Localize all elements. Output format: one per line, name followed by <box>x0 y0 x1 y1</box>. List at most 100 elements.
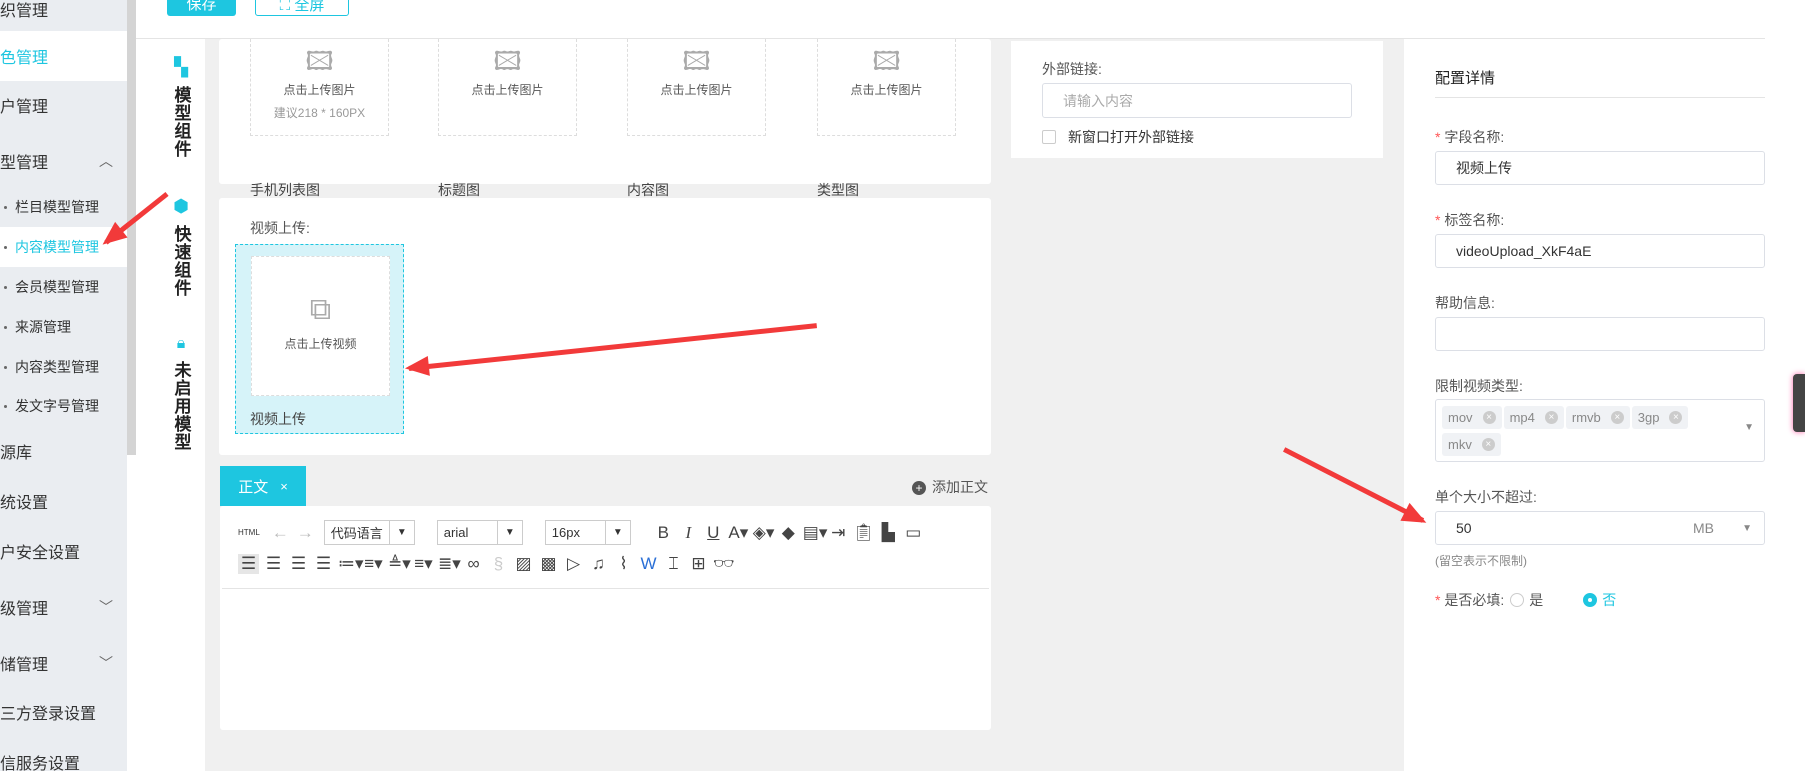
sidebar-item[interactable]: 三方登录设置 <box>0 697 127 727</box>
type-tag: 3gp × <box>1631 406 1689 429</box>
remove-tag-icon[interactable]: × <box>1481 438 1495 451</box>
indent-icon[interactable]: ⇥ <box>828 523 849 543</box>
paragraph-spacing-icon[interactable]: ≜▾ <box>388 554 411 574</box>
upload-text: 点击上传图片 <box>471 83 544 97</box>
font-family-select[interactable]: arial ▼ <box>436 520 523 545</box>
redo-icon[interactable]: → <box>295 523 316 543</box>
help-input[interactable] <box>1435 317 1765 351</box>
remove-tag-icon[interactable]: × <box>1669 411 1683 424</box>
remove-tag-icon[interactable]: × <box>1482 411 1496 424</box>
align-right-icon[interactable]: ☰ <box>263 554 284 574</box>
undo-icon[interactable]: ← <box>270 523 291 543</box>
fullscreen-icon: ⛶ <box>279 0 295 14</box>
plus-circle-icon: + <box>912 481 926 495</box>
add-body-button[interactable]: + 添加正文 <box>912 477 988 497</box>
save-button[interactable]: 保存 <box>167 0 236 16</box>
table-icon[interactable]: ⊞ <box>688 554 709 574</box>
upload-text: 点击上传图片 <box>850 83 923 97</box>
music-icon[interactable]: ♫ <box>588 554 609 574</box>
sidebar-item[interactable]: 户管理 <box>0 90 127 120</box>
image-upload-box[interactable]: 🖾 点击上传图片 <box>438 39 577 136</box>
video-component-selected[interactable]: ⧉ 点击上传视频 视频上传 <box>235 244 404 434</box>
remove-tag-icon[interactable]: × <box>1610 411 1624 424</box>
floating-widget-handle[interactable] <box>1793 374 1805 432</box>
font-color-icon[interactable]: A▾ <box>728 523 749 543</box>
video-types-multiselect[interactable]: mov × mp4 × rmvb × 3gp × mkv × ▼ <box>1435 399 1765 462</box>
image-upload-box[interactable]: 🖾 点击上传图片 <box>627 39 766 136</box>
sidebar-item[interactable]: 级管理 ﹀ <box>0 592 127 622</box>
list-style-icon[interactable]: ≣▾ <box>438 554 461 574</box>
sidebar-item-label: 栏目模型管理 <box>15 199 99 215</box>
sidebar-item-label: 会员模型管理 <box>15 279 99 295</box>
sidebar-item[interactable]: 源库 <box>0 436 127 466</box>
video-upload-box[interactable]: ⧉ 点击上传视频 <box>251 256 390 396</box>
image-upload-box[interactable]: 🖾 点击上传图片 <box>817 39 956 136</box>
html-source-button[interactable]: HTML <box>238 528 260 537</box>
external-link-input[interactable]: 请输入内容 <box>1042 83 1352 118</box>
align-justify-icon[interactable]: ☰ <box>313 554 334 574</box>
format-painter-icon[interactable]: ▙ <box>878 523 899 543</box>
bold-icon[interactable]: B <box>653 523 674 543</box>
remove-tag-icon[interactable]: × <box>1544 411 1558 424</box>
paste-text-icon[interactable]: 📋︎ <box>853 523 875 543</box>
align-center-icon[interactable]: ☰ <box>288 554 309 574</box>
component-strip: ▚ 模型组件 ⬢ 快速组件 🔒︎ 未启用模型 <box>157 39 205 771</box>
sidebar-item-role[interactable]: 色管理 <box>0 31 127 81</box>
word-import-icon[interactable]: W <box>638 554 659 574</box>
link-icon[interactable]: ∞ <box>463 554 484 574</box>
disabled-models-tab[interactable]: 🔒︎ 未启用模型 <box>157 335 205 451</box>
preview-icon[interactable]: ▭ <box>903 523 924 543</box>
size-limit-select[interactable]: 50 MB ▼ <box>1435 511 1765 545</box>
attachment-icon[interactable]: ⌇ <box>613 554 634 574</box>
multi-image-icon[interactable]: ▩ <box>538 554 559 574</box>
upload-text: 点击上传图片 <box>283 83 356 97</box>
italic-icon[interactable]: I <box>678 523 699 543</box>
underline-icon[interactable]: U <box>703 523 724 543</box>
video-icon[interactable]: ▷ <box>563 554 584 574</box>
background-color-icon[interactable]: ◈▾ <box>753 523 775 543</box>
search-replace-icon[interactable]: 👓︎ <box>713 554 735 574</box>
tab-body[interactable]: 正文 × <box>220 466 306 506</box>
unlink-icon[interactable]: § <box>488 554 509 574</box>
font-size-select[interactable]: 16px ▼ <box>544 520 631 545</box>
dropdown-icon: ▼ <box>396 527 407 538</box>
model-components-tab[interactable]: ▚ 模型组件 <box>157 57 205 158</box>
image-upload-box[interactable]: 🖾 点击上传图片 建议218 * 160PX <box>250 39 389 136</box>
sidebar-item[interactable]: 统设置 <box>0 486 127 516</box>
sidebar-subitem[interactable]: 会员模型管理 <box>0 272 127 302</box>
image-icon[interactable]: ▨ <box>513 554 534 574</box>
editor-content-area[interactable] <box>222 590 989 728</box>
sidebar-item[interactable]: 户安全设置 <box>0 536 127 566</box>
new-window-checkbox[interactable]: 新窗口打开外部链接 <box>1042 127 1194 147</box>
chevron-down-icon: ﹀ <box>99 599 113 615</box>
tag-name-input[interactable]: videoUpload_XkF4aE <box>1435 234 1765 268</box>
sidebar-item[interactable]: 信服务设置 <box>0 747 127 771</box>
template-icon[interactable]: ▤▾ <box>803 523 828 543</box>
sidebar-item-model[interactable]: 型管理 ︿ <box>0 146 127 176</box>
add-body-label: 添加正文 <box>932 479 988 495</box>
sidebar-item[interactable]: 储管理 ﹀ <box>0 648 127 678</box>
image-label: 类型图 <box>817 182 859 198</box>
field-name-input[interactable]: 视频上传 <box>1435 151 1765 185</box>
sidebar-subitem[interactable]: 来源管理 <box>0 312 127 342</box>
tag-name-label: * 标签名称: <box>1435 212 1505 228</box>
sidebar-item[interactable]: 织管理 <box>0 0 127 24</box>
line-height-icon[interactable]: ≡▾ <box>413 554 434 574</box>
required-no-radio[interactable]: 否 <box>1583 590 1616 610</box>
quick-components-tab[interactable]: ⬢ 快速组件 <box>157 196 205 297</box>
code-language-select[interactable]: 代码语言 ▼ <box>323 520 415 545</box>
ordered-list-icon[interactable]: ≔▾ <box>338 554 364 574</box>
sidebar-item-label: 户管理 <box>0 99 49 116</box>
required-yes-radio[interactable]: 是 <box>1510 590 1543 610</box>
page-break-icon[interactable]: ⌶ <box>663 554 684 574</box>
sidebar-subitem[interactable]: 栏目模型管理 <box>0 192 127 222</box>
unordered-list-icon[interactable]: ≡▾ <box>363 554 384 574</box>
dropdown-icon: ▼ <box>1744 422 1754 433</box>
eraser-icon[interactable]: ◆ <box>778 523 799 543</box>
fullscreen-button[interactable]: ⛶ 全屏 <box>255 0 349 16</box>
sidebar-subitem[interactable]: 发文字号管理 <box>0 391 127 421</box>
close-icon[interactable]: × <box>280 479 288 494</box>
sidebar-subitem[interactable]: 内容类型管理 <box>0 352 127 382</box>
align-left-icon[interactable]: ☰ <box>238 554 259 574</box>
sidebar-item-label: 户安全设置 <box>0 545 81 562</box>
